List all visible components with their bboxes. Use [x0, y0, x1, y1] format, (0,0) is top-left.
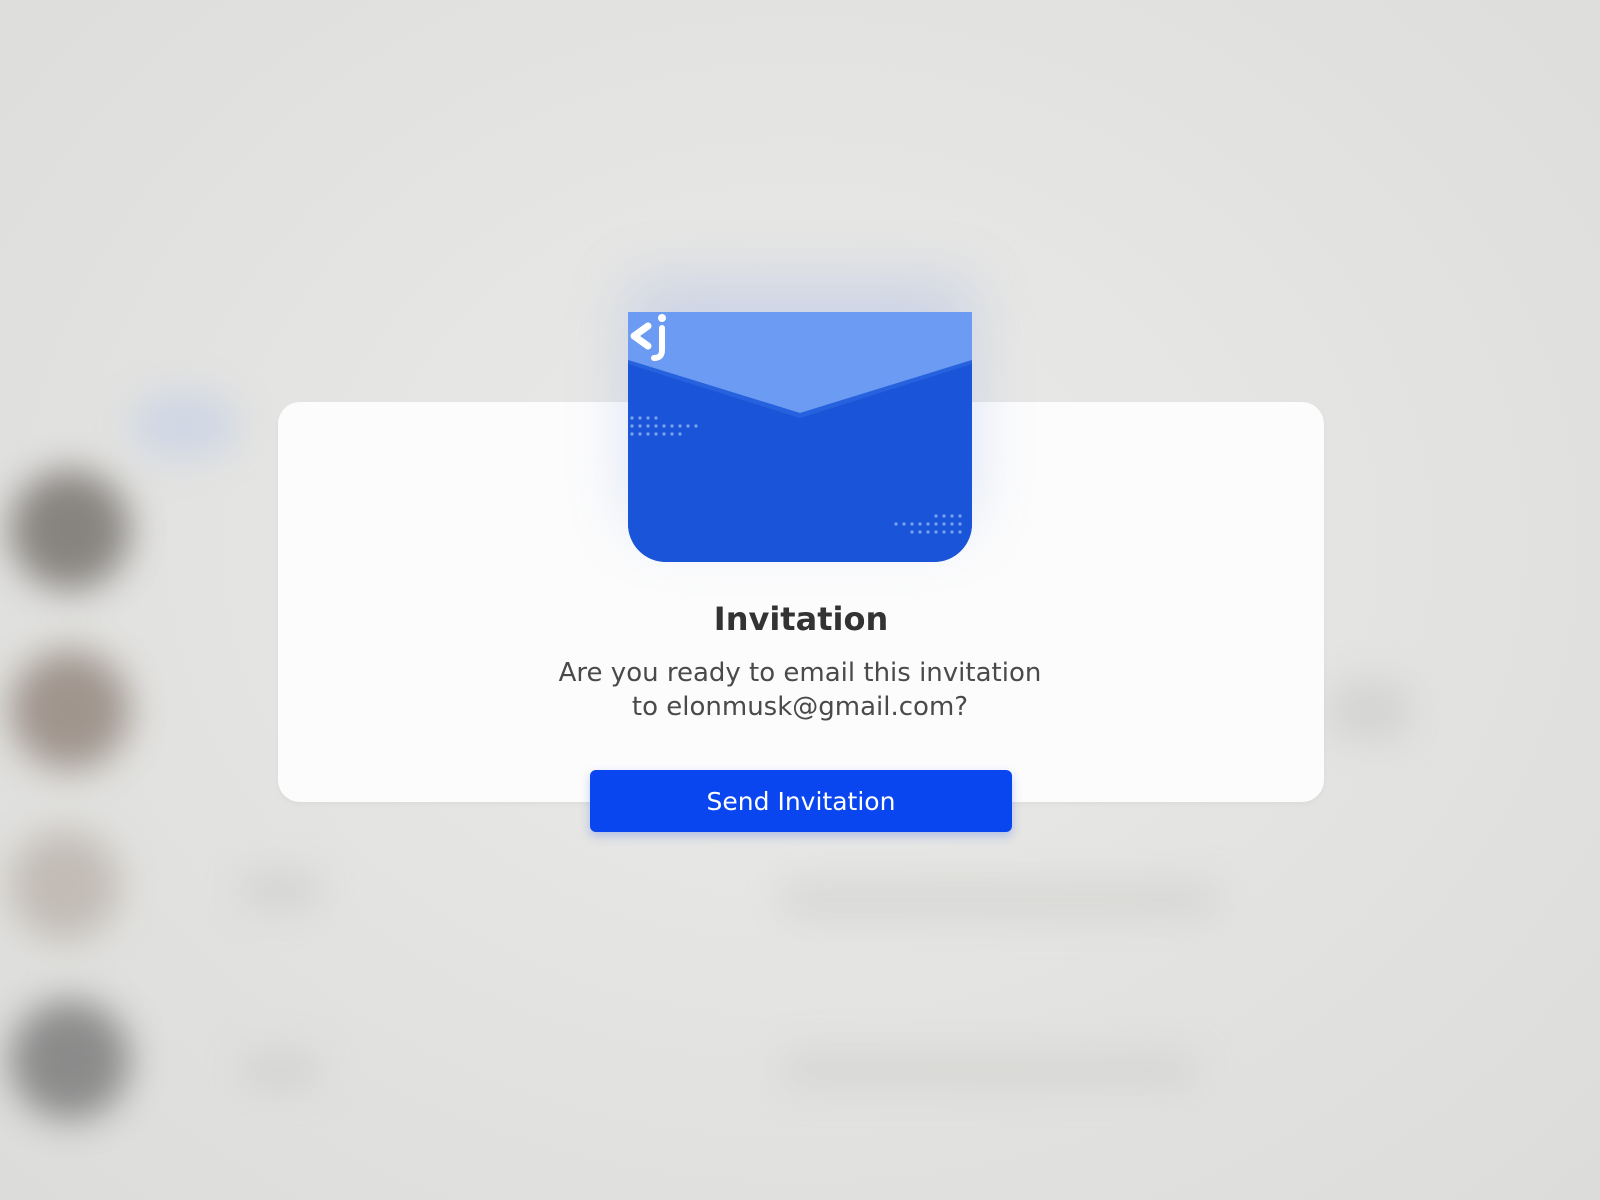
bg-avatar — [10, 650, 130, 770]
bg-row — [780, 1050, 1200, 1090]
send-invitation-button[interactable]: Send Invitation — [590, 770, 1012, 832]
bg-row — [240, 1050, 320, 1090]
bg-avatar — [10, 470, 130, 590]
dialog-title: Invitation — [713, 600, 889, 638]
bg-avatar — [10, 830, 120, 940]
envelope-icon — [628, 312, 972, 562]
bg-avatar — [10, 1000, 130, 1120]
bg-row — [780, 880, 1220, 920]
bg-accent — [130, 390, 240, 460]
app-screen: Invitation Are you ready to email this i… — [0, 0, 1600, 1200]
brand-logo-icon — [630, 314, 666, 361]
bg-row — [1330, 680, 1410, 740]
bg-row — [240, 870, 320, 910]
dialog-message: Are you ready to email this invitation t… — [500, 656, 1100, 724]
dialog-message-line-2: to elonmusk@gmail.com? — [631, 692, 969, 722]
dialog-message-line-1: Are you ready to email this invitation — [558, 658, 1042, 688]
